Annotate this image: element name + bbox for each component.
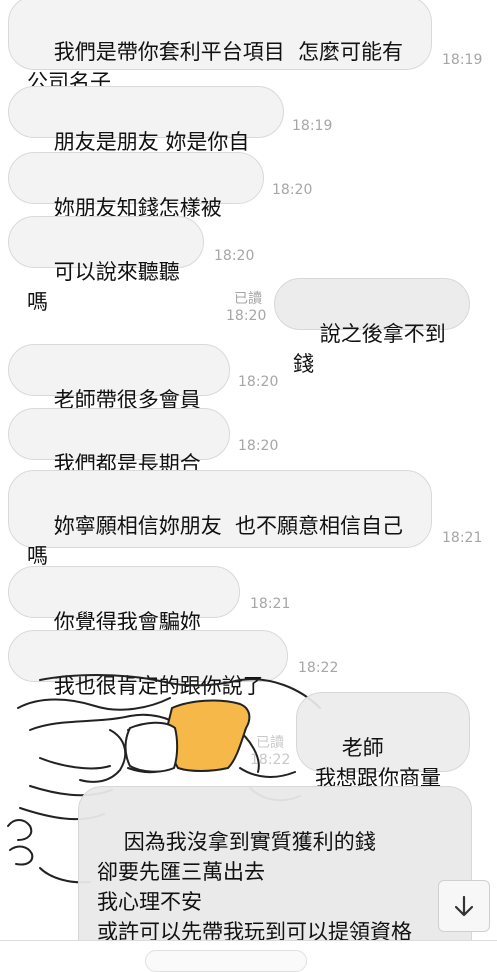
- message-bubble-incoming[interactable]: 妳朋友知錢怎樣被騙?: [8, 152, 264, 250]
- message-time: 18:20: [226, 308, 267, 324]
- arrow-down-icon: [454, 895, 474, 917]
- message-time: 18:19: [442, 52, 483, 68]
- message-time: 18:19: [292, 118, 333, 134]
- message-bubble-incoming[interactable]: 可以說來聽聽嗎: [8, 216, 204, 314]
- message-bubble-incoming[interactable]: 我們是帶你套利平台項目 怎麼可能有 公司名子: [8, 0, 432, 94]
- message-text: 因為我沒拿到實質獲利的錢 卻要先匯三萬出去 我心理不安 或許可以先帶我玩到可以提…: [97, 830, 412, 940]
- message-bubble-incoming[interactable]: 老師帶很多會員了: [8, 344, 230, 442]
- read-receipt: 已讀: [256, 735, 284, 751]
- message-bubble-incoming[interactable]: 朋友是朋友 妳是你自己: [8, 86, 284, 184]
- message-time: 18:20: [214, 248, 255, 264]
- message-time: 18:21: [250, 596, 291, 612]
- message-input[interactable]: [145, 950, 307, 972]
- message-bubble-outgoing[interactable]: 因為我沒拿到實質獲利的錢 卻要先匯三萬出去 我心理不安 或許可以先帶我玩到可以提…: [78, 786, 472, 940]
- message-bubble-incoming[interactable]: 我們都是長期合作: [8, 408, 230, 506]
- message-bubble-outgoing[interactable]: 說之後拿不到錢: [274, 278, 470, 376]
- message-text: 可以說來聽聽嗎: [27, 260, 180, 314]
- message-text: 妳寧願相信妳朋友 也不願意相信自己 嗎: [27, 514, 404, 568]
- message-bubble-incoming[interactable]: 妳寧願相信妳朋友 也不願意相信自己 嗎: [8, 470, 432, 568]
- message-text: 說之後拿不到錢: [293, 322, 446, 376]
- message-bubble-incoming[interactable]: 你覺得我會騙妳嗎?: [8, 566, 240, 664]
- message-bubble-outgoing[interactable]: 老師 我想跟你商量: [296, 692, 470, 790]
- message-time: 18:22: [250, 752, 291, 768]
- chat-area[interactable]: 我們是帶你套利平台項目 怎麼可能有 公司名子 18:19 朋友是朋友 妳是你自己…: [0, 0, 497, 940]
- message-time: 18:20: [238, 374, 279, 390]
- read-receipt: 已讀: [234, 291, 262, 307]
- message-time: 18:20: [238, 438, 279, 454]
- message-time: 18:20: [272, 182, 313, 198]
- scroll-to-bottom-button[interactable]: [438, 880, 490, 932]
- sticker-shirt: [166, 699, 251, 772]
- message-text: 老師 我想跟你商量: [315, 736, 441, 790]
- message-time: 18:21: [442, 530, 483, 546]
